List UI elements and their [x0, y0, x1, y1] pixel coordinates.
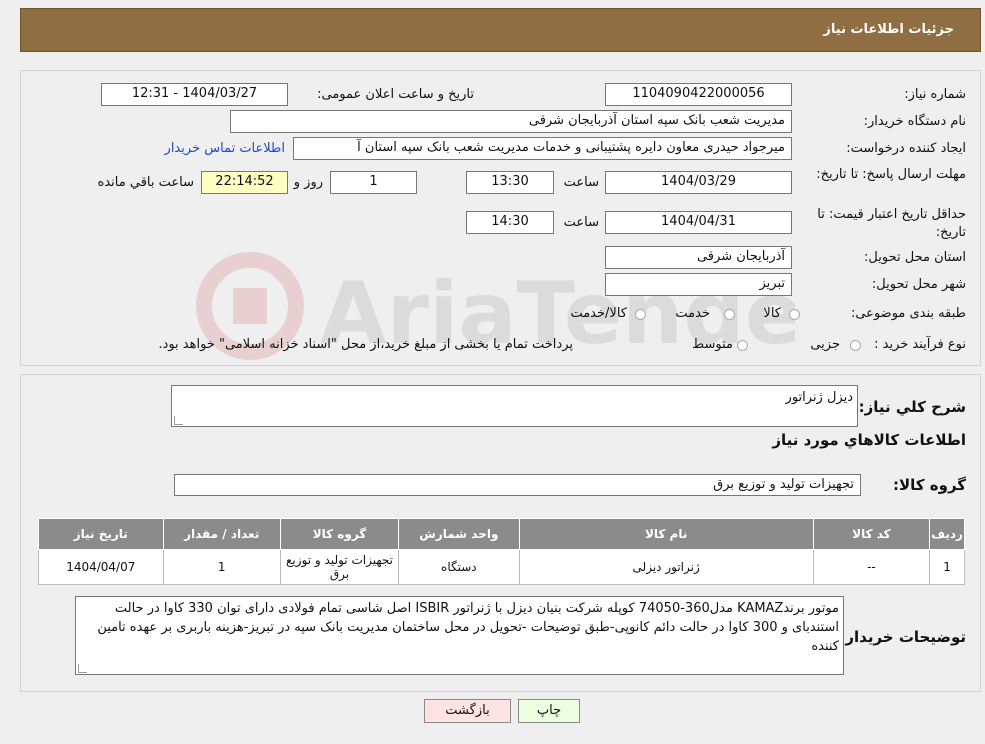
goods-group-label: گروه کالا:: [893, 476, 966, 494]
validity-label: حداقل تاریخ اعتبار قیمت: تا تاریخ:: [817, 207, 966, 240]
col-header-unit: واحد شمارش: [398, 518, 520, 550]
cell-group: تجهیزات تولید و توزیع برق: [279, 549, 400, 585]
deadline-label: مهلت ارسال پاسخ: تا تاریخ:: [816, 167, 966, 182]
goods-group-field: تجهیزات تولید و توزیع برق: [174, 474, 861, 496]
requester-field: میرجواد حیدری معاون دایره پشتیبانی و خدم…: [293, 137, 792, 160]
general-description-label: شرح کلي نياز:: [858, 398, 966, 416]
city-label: شهر محل تحویل:: [871, 277, 966, 292]
validity-time-field: 14:30: [466, 211, 554, 234]
cell-row-index: 1: [929, 549, 965, 585]
validity-date-field: 1404/04/31: [605, 211, 792, 234]
remaining-word: ساعت باقي مانده: [97, 175, 194, 190]
page-header: جزئیات اطلاعات نیاز: [20, 8, 981, 52]
province-field: آذربایجان شرقی: [605, 246, 792, 269]
purchase-radio-medium[interactable]: [737, 340, 748, 351]
need-number-label: شماره نیاز:: [904, 87, 966, 102]
category-option-service: خدمت: [675, 306, 710, 321]
requester-label: ایجاد کننده درخواست:: [846, 141, 966, 156]
category-option-goods-service: کالا/خدمت: [570, 306, 627, 321]
col-header-code: کد کالا: [812, 518, 931, 550]
page-title: جزئیات اطلاعات نیاز: [823, 22, 954, 37]
purchase-option-minor: جزیی: [810, 337, 840, 352]
resize-grip-icon: [78, 664, 87, 673]
print-button[interactable]: چاپ: [518, 699, 580, 723]
buyer-notes-label: توضیحات خریدار:: [839, 628, 966, 646]
province-label: استان محل تحویل:: [864, 250, 966, 265]
category-radio-service[interactable]: [724, 309, 735, 320]
table-row: 1 -- ژنراتور دیزلی دستگاه تجهیزات تولید …: [38, 549, 965, 585]
buyer-contact-link[interactable]: اطلاعات تماس خریدار: [165, 141, 285, 157]
items-table-header-row: رديف کد کالا نام کالا واحد شمارش گروه کا…: [38, 518, 965, 550]
purchase-option-medium: متوسط: [692, 337, 733, 352]
remaining-time-field: 22:14:52: [201, 171, 288, 194]
purchase-note: پرداخت تمام یا بخشی از مبلغ خرید،از محل …: [158, 337, 573, 352]
buyer-org-field: مدیریت شعب بانک سپه استان آذربایجان شرقی: [230, 110, 792, 133]
resize-grip-icon: [174, 416, 183, 425]
buyer-notes-text: موتور برندKAMAZ مدل360-74050 کوپله شرکت …: [97, 601, 839, 654]
category-option-goods: کالا: [763, 306, 781, 321]
general-description-text: دیزل ژنراتور: [785, 390, 853, 405]
category-radio-goods-service[interactable]: [635, 309, 646, 320]
days-field: 1: [330, 171, 417, 194]
buyer-org-label: نام دستگاه خریدار:: [863, 114, 966, 129]
category-label: طبقه بندی موضوعی:: [850, 306, 966, 321]
items-table: رديف کد کالا نام کالا واحد شمارش گروه کا…: [38, 518, 965, 585]
city-field: تبریز: [605, 273, 792, 296]
col-header-date: تاریخ نیاز: [38, 518, 164, 550]
need-number-field: 1104090422000056: [605, 83, 792, 106]
deadline-time-field: 13:30: [466, 171, 554, 194]
items-section-title: اطلاعات کالاهاي مورد نياز: [772, 431, 966, 449]
back-button[interactable]: بازگشت: [424, 699, 511, 723]
cell-date: 1404/04/07: [38, 549, 164, 585]
col-header-qty: تعداد / مقدار: [162, 518, 281, 550]
category-radio-goods[interactable]: [789, 309, 800, 320]
col-header-name: نام کالا: [518, 518, 814, 550]
cell-code: --: [812, 549, 931, 585]
validity-time-word: ساعت: [563, 215, 599, 230]
col-header-row-index: رديف: [929, 518, 965, 550]
cell-name: ژنراتور دیزلی: [518, 549, 814, 585]
announce-field: 1404/03/27 - 12:31: [101, 83, 288, 106]
buyer-notes-field: موتور برندKAMAZ مدل360-74050 کوپله شرکت …: [75, 596, 844, 675]
deadline-time-word: ساعت: [563, 175, 599, 190]
announce-label: تاریخ و ساعت اعلان عمومی:: [317, 87, 474, 102]
cell-unit: دستگاه: [398, 549, 520, 585]
general-description-field: دیزل ژنراتور: [171, 385, 858, 427]
col-header-group: گروه کالا: [279, 518, 400, 550]
days-word: روز و: [293, 175, 323, 190]
deadline-date-field: 1404/03/29: [605, 171, 792, 194]
cell-qty: 1: [162, 549, 281, 585]
purchase-type-label: نوع فرآیند خرید :: [874, 337, 966, 352]
purchase-radio-minor[interactable]: [850, 340, 861, 351]
